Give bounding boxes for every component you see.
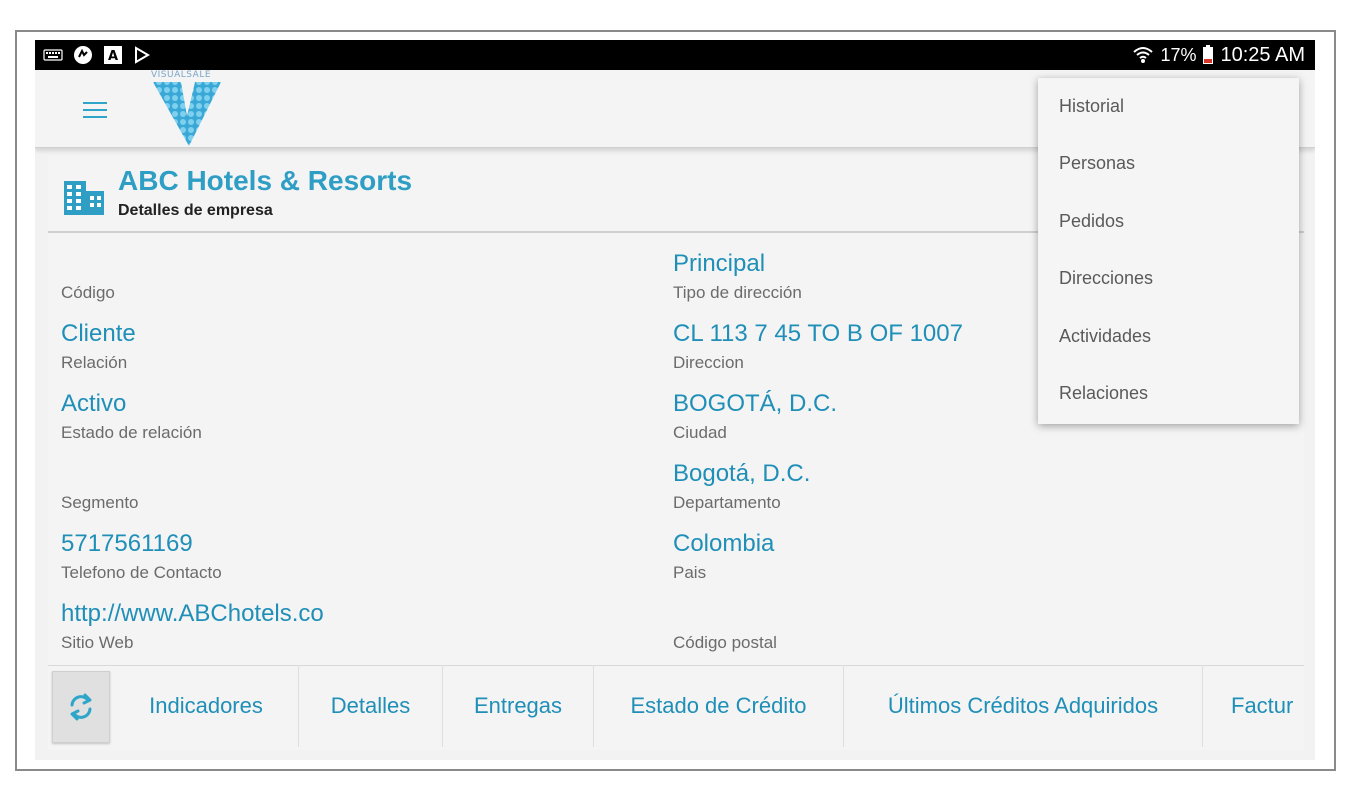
- field-label: Ciudad: [673, 423, 727, 442]
- field-value: Colombia: [673, 530, 775, 557]
- refresh-button[interactable]: [52, 671, 110, 743]
- field-value[interactable]: 5717561169: [61, 530, 222, 558]
- tab-estado-credito[interactable]: Estado de Crédito: [593, 665, 843, 747]
- keyboard-icon: [43, 45, 63, 65]
- field-label: Pais: [673, 563, 707, 582]
- field-value: Bogotá, D.C.: [673, 460, 811, 487]
- field-codigo-postal: Código postal: [673, 600, 777, 654]
- field-label: Código postal: [673, 633, 777, 652]
- logo-v-icon: [153, 82, 221, 146]
- field-value: [61, 460, 139, 488]
- refresh-icon: [70, 693, 92, 721]
- field-telefono[interactable]: 5717561169 Telefono de Contacto: [61, 530, 222, 584]
- field-value: CL 113 7 45 TO B OF 1007: [673, 320, 963, 347]
- bottom-tab-bar: Indicadores Detalles Entregas Estado de …: [48, 665, 1304, 750]
- status-right: 17% 10:25 AM: [1132, 40, 1305, 70]
- field-value: [673, 600, 777, 628]
- field-value: BOGOTÁ, D.C.: [673, 390, 838, 417]
- field-relacion: Cliente Relación: [61, 320, 136, 374]
- visualsale-logo: VISUALSALE: [147, 70, 227, 148]
- menu-item-direcciones[interactable]: Direcciones: [1038, 250, 1299, 307]
- play-store-icon: [133, 45, 151, 65]
- field-departamento: Bogotá, D.C. Departamento: [673, 460, 810, 514]
- hamburger-menu-icon[interactable]: [83, 96, 115, 124]
- field-label: Código: [61, 283, 115, 302]
- field-value: [61, 250, 115, 278]
- clock: 10:25 AM: [1220, 43, 1305, 66]
- tab-indicadores[interactable]: Indicadores: [114, 665, 298, 747]
- font-icon: A: [103, 45, 123, 65]
- company-name: ABC Hotels & Resorts: [118, 165, 413, 196]
- field-label: Sitio Web: [61, 633, 134, 652]
- menu-item-pedidos[interactable]: Pedidos: [1038, 193, 1299, 250]
- wifi-icon: [1132, 45, 1154, 65]
- field-estado-relacion: Activo Estado de relación: [61, 390, 202, 444]
- field-label: Departamento: [673, 493, 781, 512]
- tab-entregas[interactable]: Entregas: [442, 665, 593, 747]
- company-subtitle: Detalles de empresa: [118, 202, 273, 219]
- field-label: Tipo de dirección: [673, 283, 802, 302]
- field-direccion: CL 113 7 45 TO B OF 1007 Direccion: [673, 320, 963, 374]
- battery-icon: [1202, 45, 1214, 65]
- field-label: Telefono de Contacto: [61, 563, 222, 582]
- status-left-icons: A: [43, 40, 151, 70]
- menu-item-historial[interactable]: Historial: [1038, 78, 1299, 135]
- tab-detalles[interactable]: Detalles: [298, 665, 442, 747]
- overflow-menu: Historial Personas Pedidos Direcciones A…: [1038, 78, 1299, 424]
- battery-percent: 17%: [1160, 44, 1197, 65]
- field-ciudad: BOGOTÁ, D.C. Ciudad: [673, 390, 837, 444]
- logo-text: VISUALSALE: [151, 70, 212, 80]
- field-value: Activo: [61, 390, 127, 417]
- svg-text:A: A: [108, 49, 118, 64]
- status-bar: A 17% 10:25 AM: [35, 40, 1315, 70]
- tab-facturas[interactable]: Factur: [1202, 665, 1304, 747]
- menu-item-personas[interactable]: Personas: [1038, 135, 1299, 192]
- building-icon: [62, 177, 106, 217]
- field-value: Principal: [673, 250, 766, 277]
- menu-item-actividades[interactable]: Actividades: [1038, 308, 1299, 365]
- device-screen: A 17% 10:25 AM VISUALSALE ABC Hotels & R…: [35, 40, 1315, 760]
- field-label: Relación: [61, 353, 128, 372]
- field-codigo: Código: [61, 250, 115, 304]
- field-label: Segmento: [61, 493, 139, 512]
- tab-ultimos-creditos[interactable]: Últimos Créditos Adquiridos: [843, 665, 1202, 747]
- field-sitio-web[interactable]: http://www.ABChotels.co Sitio Web: [61, 600, 324, 654]
- field-value[interactable]: http://www.ABChotels.co: [61, 600, 324, 628]
- field-value: Cliente: [61, 320, 136, 347]
- field-tipo-direccion: Principal Tipo de dirección: [673, 250, 802, 304]
- field-segmento: Segmento: [61, 460, 139, 514]
- sync-icon: [73, 45, 93, 65]
- field-pais: Colombia Pais: [673, 530, 774, 584]
- menu-item-relaciones[interactable]: Relaciones: [1038, 365, 1299, 422]
- field-label: Estado de relación: [61, 423, 202, 442]
- field-label: Direccion: [673, 353, 744, 372]
